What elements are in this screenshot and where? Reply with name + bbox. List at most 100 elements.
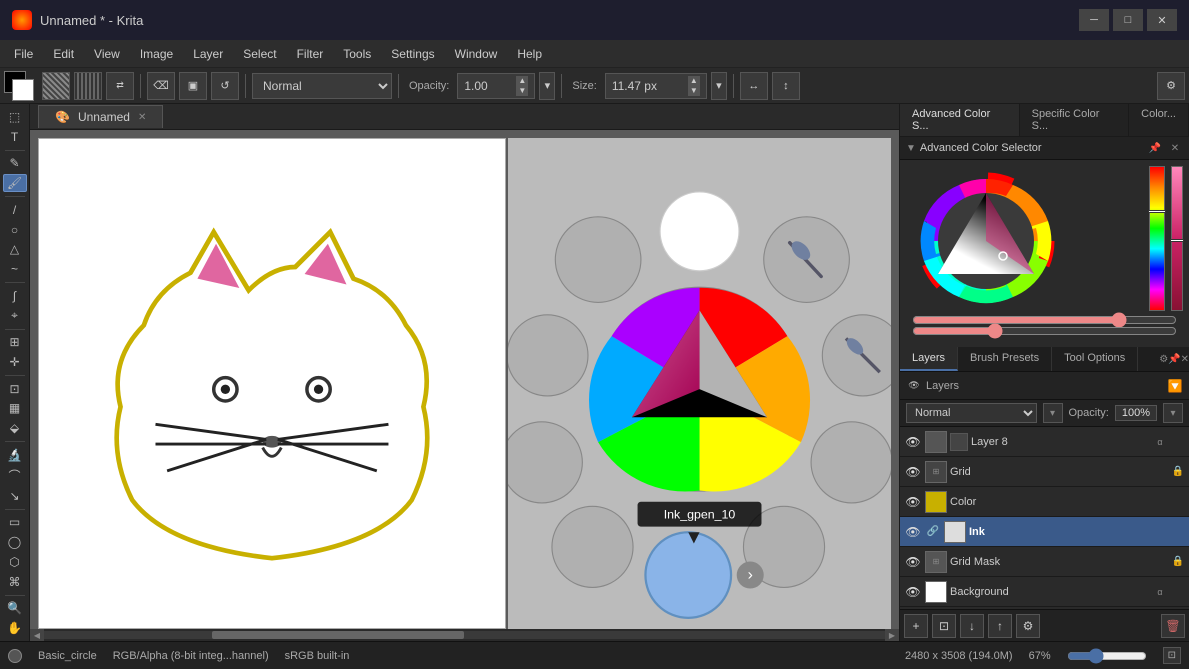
preserve-alpha-button[interactable]: ▣	[179, 72, 207, 100]
opacity-options-button[interactable]: ▾	[539, 72, 555, 100]
panel-collapse-icon[interactable]: ▼	[906, 143, 916, 154]
panel-pin-btn[interactable]: 📌	[1147, 140, 1163, 156]
panel-pin-btn2[interactable]: 📌	[1168, 347, 1180, 371]
tool-transform[interactable]: ⊞	[3, 333, 27, 351]
size-input[interactable]	[612, 79, 684, 93]
copy-layer-btn[interactable]: ⊡	[932, 614, 956, 638]
size-options-button[interactable]: ▾	[711, 72, 727, 100]
reset-button[interactable]: ↺	[211, 72, 239, 100]
canvas-tab-close[interactable]: ✕	[138, 112, 146, 123]
tool-lasso-select[interactable]: ⌘	[3, 573, 27, 591]
tool-polygon-select[interactable]: ⬡	[3, 553, 27, 571]
panel-close-btn2[interactable]: ✕	[1181, 347, 1189, 371]
layer-row-grid[interactable]: 👁 ⊞ Grid 🔒	[900, 457, 1189, 487]
texture-button[interactable]	[74, 72, 102, 100]
panel-close-btn[interactable]: ✕	[1167, 140, 1183, 156]
tab-brush-presets[interactable]: Brush Presets	[958, 347, 1052, 371]
blend-mode-dropdown[interactable]: Normal	[252, 73, 392, 99]
panel-options-btn[interactable]: ⚙	[1159, 347, 1168, 371]
eraser-button[interactable]: ⌫	[147, 72, 175, 100]
tool-zoom[interactable]: 🔍	[3, 599, 27, 617]
close-button[interactable]: ✕	[1147, 9, 1177, 31]
tool-calligraphy[interactable]: ∫	[3, 287, 27, 305]
layer-options-btn[interactable]: ⚙	[1016, 614, 1040, 638]
menu-view[interactable]: View	[84, 43, 130, 65]
color-wheel-container[interactable]	[906, 166, 1145, 314]
canvas-right-panel[interactable]: Ink_gpen_10 ›	[508, 138, 891, 629]
tool-crop[interactable]: ⊡	[3, 380, 27, 398]
color-lock[interactable]	[1171, 495, 1185, 509]
background-eye[interactable]: 👁	[904, 583, 922, 601]
menu-settings[interactable]: Settings	[381, 43, 444, 65]
canvas-left-panel[interactable]	[38, 138, 506, 629]
layer-8-eye[interactable]: 👁	[904, 433, 922, 451]
layer-row-8[interactable]: 👁 Layer 8 α	[900, 427, 1189, 457]
tab-layers[interactable]: Layers	[900, 347, 958, 371]
menu-window[interactable]: Window	[445, 43, 508, 65]
tool-eyedropper[interactable]: 🔬	[3, 446, 27, 464]
scrollbar-track[interactable]	[44, 631, 885, 639]
tool-move[interactable]: ✛	[3, 353, 27, 371]
pattern-button[interactable]	[42, 72, 70, 100]
tool-paint[interactable]: 🖌	[3, 174, 27, 192]
layers-toolbar-eye-btn[interactable]: 👁	[904, 376, 924, 396]
size-up[interactable]: ▲	[688, 76, 700, 86]
add-layer-btn[interactable]: +	[904, 614, 928, 638]
menu-select[interactable]: Select	[233, 43, 286, 65]
tool-pan[interactable]: ✋	[3, 619, 27, 637]
gridmask-lock[interactable]: 🔒	[1171, 555, 1185, 569]
grid-eye[interactable]: 👁	[904, 463, 922, 481]
maximize-button[interactable]: □	[1113, 9, 1143, 31]
layer-down-btn[interactable]: ↓	[960, 614, 984, 638]
tool-line[interactable]: /	[3, 201, 27, 219]
minimize-button[interactable]: ─	[1079, 9, 1109, 31]
layer-row-ink[interactable]: 👁 🔗 Ink	[900, 517, 1189, 547]
tab-advanced-color[interactable]: Advanced Color S...	[900, 104, 1020, 136]
tool-smart-patch[interactable]: ⌖	[3, 307, 27, 325]
menu-image[interactable]: Image	[130, 43, 183, 65]
green-slider[interactable]	[912, 326, 1177, 336]
layer-blend-options-btn[interactable]: ▾	[1043, 403, 1063, 423]
canvas-drawing-area[interactable]: Ink_gpen_10 › ◀ ▶	[30, 130, 899, 641]
layer-row-background[interactable]: 👁 Background α	[900, 577, 1189, 607]
menu-help[interactable]: Help	[507, 43, 552, 65]
layers-filter-btn[interactable]: 🔽	[1165, 376, 1185, 396]
size-down[interactable]: ▼	[688, 86, 700, 96]
tool-gradient[interactable]: ▦	[3, 400, 27, 418]
zoom-fit-btn[interactable]: ⊡	[1163, 647, 1181, 664]
opacity-input[interactable]	[464, 79, 512, 93]
layer-up-btn[interactable]: ↑	[988, 614, 1012, 638]
tool-fill[interactable]: ⬙	[3, 419, 27, 437]
tool-freehand[interactable]: ✎	[3, 154, 27, 172]
ink-lock[interactable]	[1171, 525, 1185, 539]
toolbar-settings-button[interactable]: ⚙	[1157, 72, 1185, 100]
ink-eye[interactable]: 👁	[904, 523, 922, 541]
grid-lock[interactable]: 🔒	[1171, 465, 1185, 479]
background-color[interactable]	[12, 79, 34, 101]
layer-row-color[interactable]: 👁 Color	[900, 487, 1189, 517]
scrollbar-thumb[interactable]	[212, 631, 464, 639]
opacity-options-btn[interactable]: ▾	[1163, 403, 1183, 423]
tool-curve[interactable]: ~	[3, 260, 27, 278]
menu-file[interactable]: File	[4, 43, 43, 65]
tool-select-rect[interactable]: ⬚	[3, 108, 27, 126]
hue-strip[interactable]	[1149, 166, 1165, 311]
zoom-slider[interactable]	[1067, 648, 1147, 664]
opacity-up[interactable]: ▲	[516, 76, 528, 86]
swap-colors-button[interactable]: ⇄	[106, 72, 134, 100]
scroll-left-btn[interactable]: ◀	[30, 629, 44, 641]
menu-filter[interactable]: Filter	[287, 43, 334, 65]
layer-blend-dropdown[interactable]: Normal	[906, 403, 1037, 423]
tool-text[interactable]: T	[3, 128, 27, 146]
tool-rect-select[interactable]: ▭	[3, 513, 27, 531]
scroll-right-btn[interactable]: ▶	[885, 629, 899, 641]
layer-8-lock[interactable]	[1171, 435, 1185, 449]
tab-tool-options[interactable]: Tool Options	[1052, 347, 1138, 371]
alpha-strip[interactable]	[1171, 166, 1183, 311]
menu-layer[interactable]: Layer	[183, 43, 233, 65]
tab-color[interactable]: Color...	[1129, 104, 1189, 136]
tool-path[interactable]: ⌒	[3, 466, 27, 485]
mirror-h-button[interactable]: ↔	[740, 72, 768, 100]
mirror-v-button[interactable]: ↕	[772, 72, 800, 100]
menu-tools[interactable]: Tools	[333, 43, 381, 65]
